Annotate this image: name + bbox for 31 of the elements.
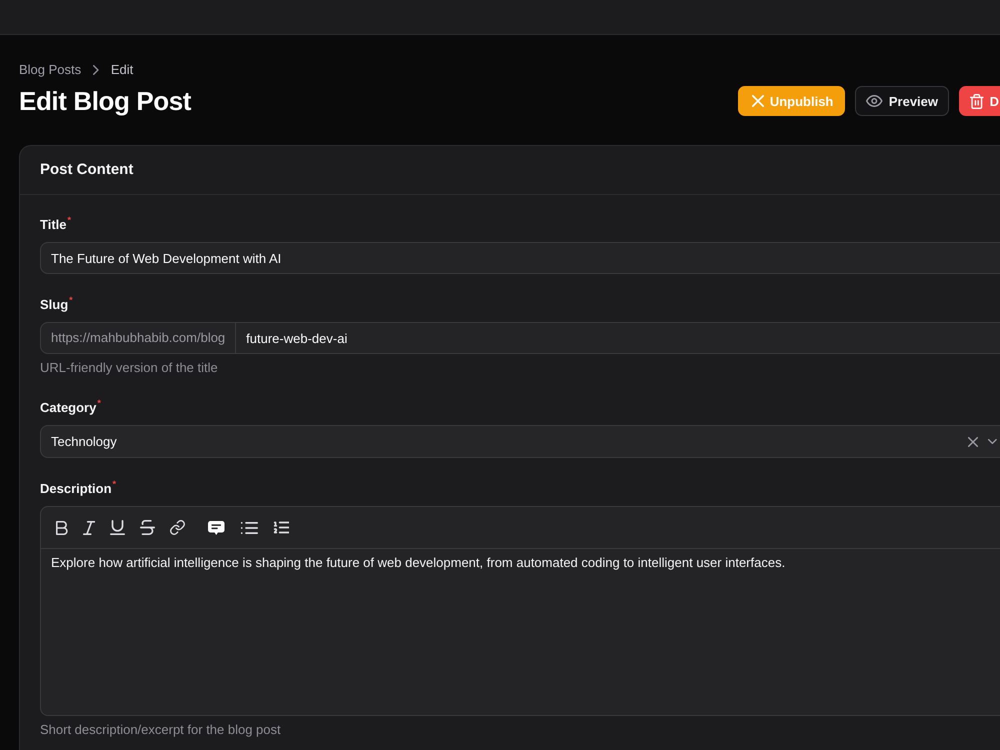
help-text: Short description/excerpt for the blog post bbox=[40, 721, 282, 739]
field-label: Slug$^{*}$ bbox=[40, 296, 73, 314]
strikethrough-icon[interactable] bbox=[140, 520, 156, 535]
page-title: Edit Blog Post bbox=[19, 85, 192, 117]
field-label: Description$^{*}$ bbox=[40, 480, 116, 498]
italic-icon[interactable] bbox=[82, 520, 96, 534]
field-label: Category$^{*}$ bbox=[40, 399, 101, 417]
url-prefix: https://mahbubhabib.com/blog bbox=[40, 322, 236, 354]
numbered-list-icon[interactable] bbox=[272, 520, 290, 535]
field-label: Title$^{*}$ bbox=[40, 216, 72, 234]
quote-icon[interactable] bbox=[208, 520, 225, 534]
underline-icon[interactable] bbox=[110, 520, 126, 535]
chevron-right-icon bbox=[93, 65, 99, 75]
breadcrumb-link[interactable]: Blog Posts bbox=[19, 61, 82, 79]
card-title: Post Content bbox=[20, 146, 1000, 195]
description-field[interactable]: Explore how artificial intelligence is shaping the future of web development, from automated coding to intelligent user interfaces. bbox=[41, 549, 1000, 715]
clear-icon[interactable] bbox=[968, 436, 978, 446]
bullet-list-icon[interactable] bbox=[240, 522, 258, 534]
breadcrumb-current: Edit bbox=[110, 61, 134, 79]
link-icon[interactable] bbox=[170, 520, 186, 535]
bold-icon[interactable] bbox=[56, 520, 68, 534]
delete-button[interactable]: D bbox=[959, 86, 1000, 116]
eye-icon bbox=[866, 95, 883, 107]
preview-button[interactable]: Preview bbox=[855, 86, 950, 116]
help-text: URL-friendly version of the title bbox=[40, 359, 219, 377]
category-select[interactable]: Technology bbox=[40, 425, 1000, 458]
title-input[interactable]: The Future of Web Development with AI bbox=[40, 242, 1000, 274]
slug-input[interactable]: future-web-dev-ai bbox=[236, 322, 1000, 354]
x-icon bbox=[752, 95, 764, 107]
chevron-down-icon[interactable] bbox=[988, 439, 997, 444]
trash-icon bbox=[970, 94, 984, 108]
